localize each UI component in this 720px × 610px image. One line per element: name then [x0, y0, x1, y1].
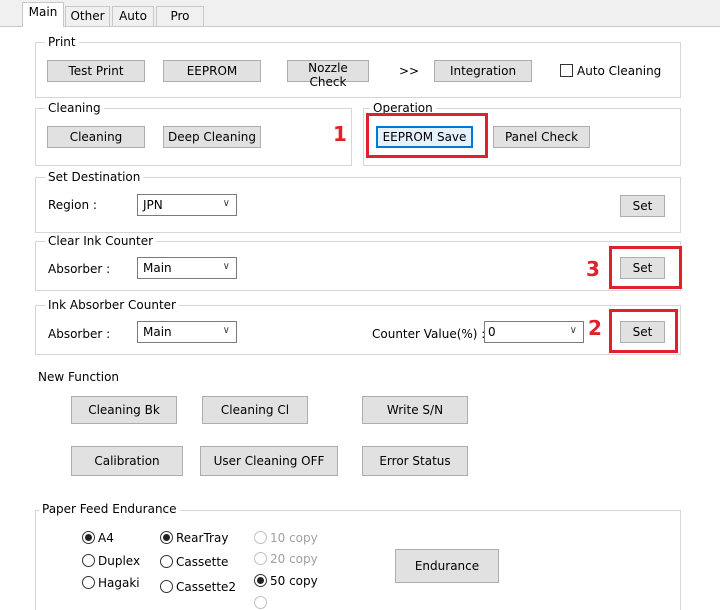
print-group-title: Print	[45, 35, 79, 49]
radio-cassette2[interactable]	[160, 580, 173, 593]
radio-duplex[interactable]	[82, 554, 95, 567]
tab-main[interactable]: Main	[22, 2, 64, 27]
annotation-number-2: 2	[588, 316, 602, 340]
annotation-number-3: 3	[586, 257, 600, 281]
counter-value: 0	[488, 325, 496, 339]
test-print-button[interactable]: Test Print	[47, 60, 145, 82]
cleaning-group-title: Cleaning	[45, 101, 104, 115]
radio-100-copy[interactable]	[254, 596, 267, 609]
cleaning-bk-button[interactable]: Cleaning Bk	[71, 396, 177, 424]
set-destination-title: Set Destination	[45, 170, 144, 184]
radio-reartray-label: RearTray	[176, 531, 229, 545]
clear-ink-counter-group	[35, 241, 681, 291]
counter-value-select[interactable]: 0 ∨	[484, 321, 584, 343]
radio-hagaki[interactable]	[82, 576, 95, 589]
cleaning-button[interactable]: Cleaning	[47, 126, 145, 148]
auto-cleaning-checkbox[interactable]	[560, 64, 573, 77]
error-status-button[interactable]: Error Status	[362, 446, 468, 476]
cleaning-cl-button[interactable]: Cleaning Cl	[202, 396, 308, 424]
tab-other[interactable]: Other	[65, 6, 110, 26]
radio-cassette-label: Cassette	[176, 555, 229, 569]
new-function-title: New Function	[38, 370, 120, 384]
destination-set-button[interactable]: Set	[620, 195, 665, 217]
clear-ink-absorber-label: Absorber :	[48, 262, 111, 276]
deep-cleaning-button[interactable]: Deep Cleaning	[163, 126, 261, 148]
region-select[interactable]: JPN ∨	[137, 194, 237, 216]
clear-ink-absorber-value: Main	[143, 261, 172, 275]
chevron-down-icon: ∨	[222, 325, 230, 336]
radio-reartray[interactable]	[160, 531, 173, 544]
radio-cassette2-label: Cassette2	[176, 580, 237, 594]
radio-cassette[interactable]	[160, 555, 173, 568]
chevron-down-icon: ∨	[569, 325, 577, 336]
radio-hagaki-label: Hagaki	[98, 576, 140, 590]
chevron-down-icon: ∨	[222, 261, 230, 272]
region-label: Region :	[48, 198, 97, 212]
endurance-button[interactable]: Endurance	[395, 549, 499, 583]
radio-a4[interactable]	[82, 531, 95, 544]
chevron-down-icon: ∨	[222, 198, 230, 209]
panel-check-button[interactable]: Panel Check	[493, 126, 590, 148]
nozzle-check-button[interactable]: Nozzle Check	[287, 60, 369, 89]
eeprom-button[interactable]: EEPROM	[163, 60, 261, 82]
radio-50-copy-label: 50 copy	[270, 574, 318, 588]
tab-auto[interactable]: Auto	[112, 6, 154, 26]
radio-20-copy-label: 20 copy	[270, 552, 318, 566]
paper-feed-endurance-title: Paper Feed Endurance	[39, 502, 180, 516]
arrows-label: >>	[399, 64, 420, 78]
user-cleaning-off-button[interactable]: User Cleaning OFF	[200, 446, 338, 476]
ink-absorber-value: Main	[143, 325, 172, 339]
region-value: JPN	[143, 198, 163, 212]
write-sn-button[interactable]: Write S/N	[362, 396, 468, 424]
tab-pro[interactable]: Pro	[156, 6, 204, 26]
annotation-number-1: 1	[333, 122, 347, 146]
auto-cleaning-label: Auto Cleaning	[577, 64, 662, 78]
ink-absorber-counter-group	[35, 305, 681, 355]
annotation-box-3	[609, 246, 682, 289]
ink-absorber-counter-title: Ink Absorber Counter	[45, 298, 179, 312]
ink-absorber-label: Absorber :	[48, 327, 111, 341]
clear-ink-absorber-select[interactable]: Main ∨	[137, 257, 237, 279]
integration-button[interactable]: Integration	[434, 60, 532, 82]
radio-a4-label: A4	[98, 531, 114, 545]
clear-ink-counter-title: Clear Ink Counter	[45, 234, 157, 248]
radio-10-copy-label: 10 copy	[270, 531, 318, 545]
tab-divider	[0, 26, 720, 27]
ink-absorber-select[interactable]: Main ∨	[137, 321, 237, 343]
radio-duplex-label: Duplex	[98, 554, 141, 568]
set-destination-group	[35, 177, 681, 233]
calibration-button[interactable]: Calibration	[71, 446, 183, 476]
radio-10-copy[interactable]	[254, 531, 267, 544]
annotation-box-2	[609, 309, 678, 353]
counter-value-label: Counter Value(%) :	[372, 327, 486, 341]
radio-50-copy[interactable]	[254, 574, 267, 587]
radio-20-copy[interactable]	[254, 552, 267, 565]
annotation-box-1	[366, 113, 488, 158]
